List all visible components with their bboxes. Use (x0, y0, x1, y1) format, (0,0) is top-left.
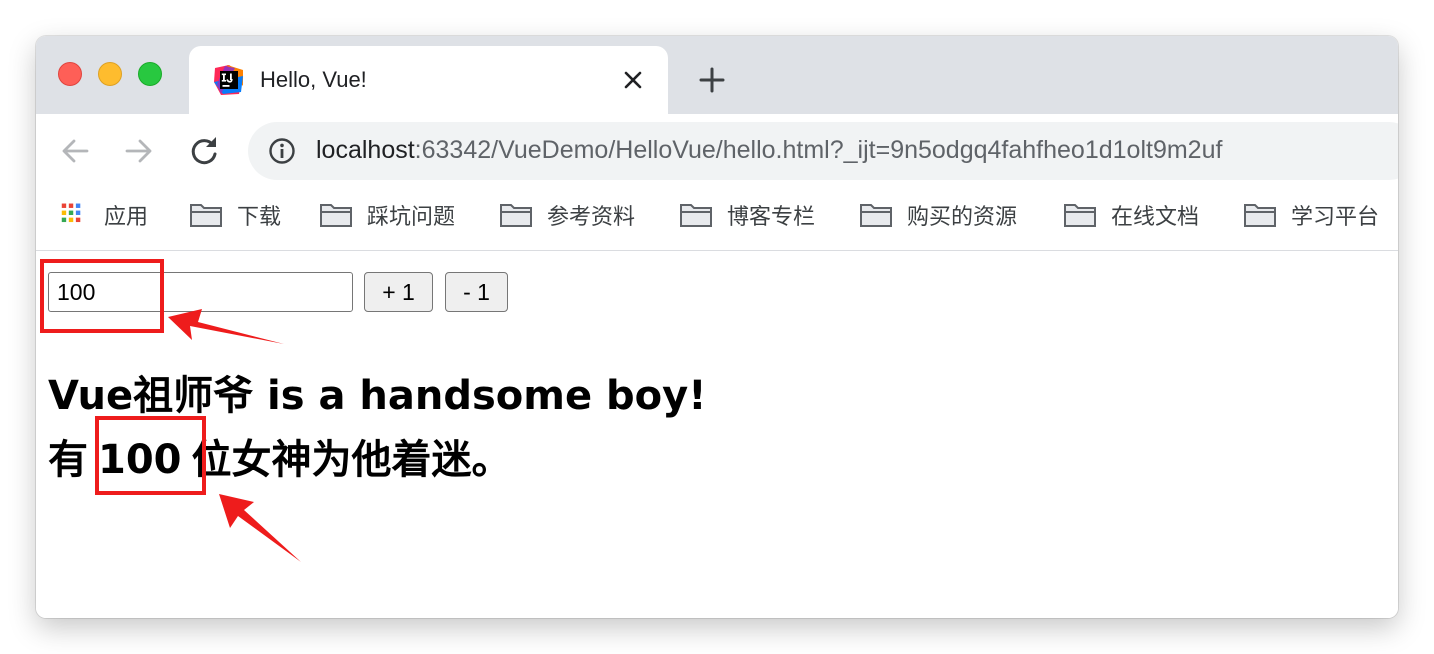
bookmark-label: 博客专栏 (727, 204, 816, 229)
folder-icon (500, 204, 532, 227)
reload-icon[interactable] (187, 134, 221, 168)
decrement-button[interactable]: - 1 (445, 272, 508, 312)
forward-arrow-icon[interactable] (122, 134, 156, 168)
bookmark-label: 应用 (104, 204, 149, 229)
minimize-window-button[interactable] (98, 62, 122, 86)
bookmark-folder-online-docs[interactable]: 在线文档 (1063, 200, 1199, 230)
intellij-icon (214, 65, 243, 95)
new-tab-plus-icon[interactable] (698, 66, 726, 94)
tab-hello-vue[interactable]: Hello, Vue! (189, 46, 668, 114)
close-window-button[interactable] (58, 62, 82, 86)
close-icon[interactable] (621, 68, 645, 92)
address-bar[interactable]: localhost:63342/VueDemo/HelloVue/hello.h… (248, 122, 1398, 180)
bookmark-folder-blog[interactable]: 博客专栏 (679, 200, 815, 230)
page-content: + 1 - 1 Vue祖师爷 is a handsome boy! 有100位女… (36, 251, 1398, 618)
browser-toolbar: localhost:63342/VueDemo/HelloVue/hello.h… (36, 114, 1398, 188)
bookmark-folder-purchased[interactable]: 购买的资源 (859, 200, 1017, 230)
bookmark-label: 踩坑问题 (367, 204, 456, 229)
bookmark-apps[interactable]: 应用 (60, 200, 148, 230)
bookmark-label: 下载 (237, 204, 282, 229)
folder-icon (860, 204, 892, 227)
browser-window: Hello, Vue! localhost:63342/VueDemo/Hell… (36, 36, 1398, 618)
url-path: :63342/VueDemo/HelloVue/hello.html?_ijt=… (414, 136, 1223, 164)
bookmarks-bar: 应用 下载 踩坑问题 参考资料 博客专栏 购买的资源 在线文档 学习平台 (36, 188, 1398, 251)
folder-icon (1244, 204, 1276, 227)
bookmark-label: 学习平台 (1291, 204, 1380, 229)
bookmark-folder-references[interactable]: 参考资料 (499, 200, 635, 230)
annotation-box-input (40, 259, 164, 333)
info-icon[interactable] (268, 137, 296, 165)
folder-icon (680, 204, 712, 227)
tab-title: Hello, Vue! (260, 67, 367, 92)
folder-icon (190, 204, 222, 227)
bookmark-folder-pitfalls[interactable]: 踩坑问题 (319, 200, 455, 230)
url-host: localhost (316, 136, 415, 164)
bookmark-label: 购买的资源 (907, 204, 1018, 229)
bookmark-label: 在线文档 (1111, 204, 1200, 229)
zoom-window-button[interactable] (138, 62, 162, 86)
back-arrow-icon[interactable] (58, 134, 92, 168)
apps-grid-icon (61, 203, 81, 223)
bookmark-folder-downloads[interactable]: 下载 (189, 200, 281, 230)
headline-handsome: Vue祖师爷 is a handsome boy! (48, 373, 707, 419)
bookmark-label: 参考资料 (547, 204, 636, 229)
tab-strip: Hello, Vue! (36, 36, 1398, 114)
annotation-box-count (95, 416, 206, 495)
headline-suffix: 位女神为他着迷。 (191, 437, 512, 483)
folder-icon (320, 204, 352, 227)
url-text: localhost:63342/VueDemo/HelloVue/hello.h… (316, 136, 1222, 165)
folder-icon (1064, 204, 1096, 227)
bookmark-folder-learning[interactable]: 学习平台 (1243, 200, 1379, 230)
headline-prefix: 有 (48, 437, 88, 483)
increment-button[interactable]: + 1 (364, 272, 433, 312)
